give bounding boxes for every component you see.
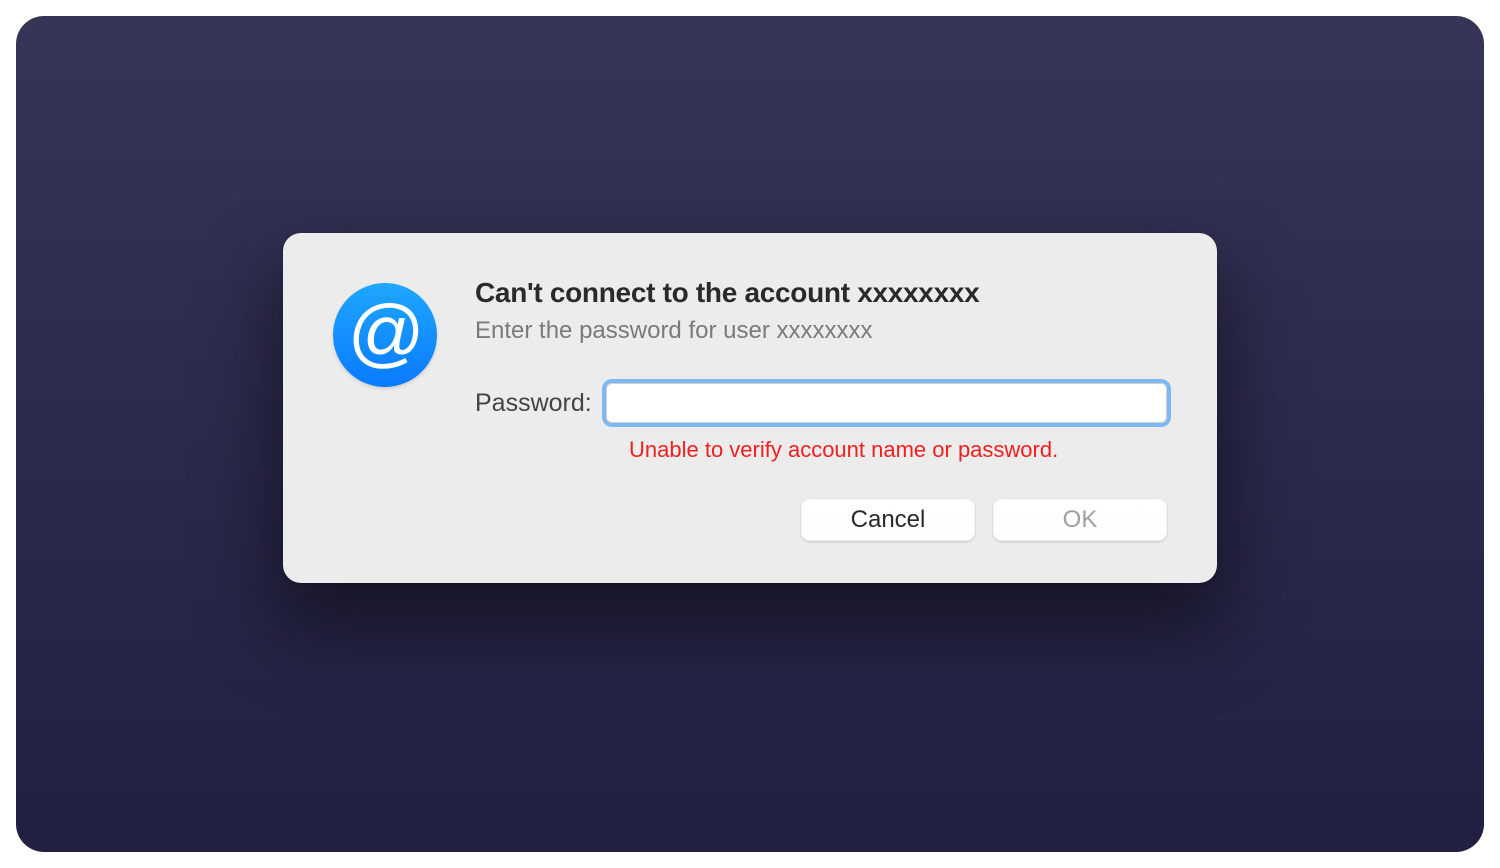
dialog-buttons: Cancel OK xyxy=(475,499,1167,541)
password-row: Password: xyxy=(475,383,1167,423)
error-message: Unable to verify account name or passwor… xyxy=(615,431,1058,463)
dialog-title: Can't connect to the account xxxxxxxx xyxy=(475,277,1167,309)
dialog-subtitle: Enter the password for user xxxxxxxx xyxy=(475,317,1167,345)
password-input[interactable] xyxy=(606,383,1167,423)
ok-button[interactable]: OK xyxy=(993,499,1167,541)
at-sign-icon: @ xyxy=(333,283,437,387)
password-dialog: @ Can't connect to the account xxxxxxxx … xyxy=(283,233,1217,583)
dialog-content: Can't connect to the account xxxxxxxx En… xyxy=(475,277,1167,541)
at-glyph: @ xyxy=(346,295,423,371)
error-row: Unable to verify account name or passwor… xyxy=(475,431,1167,463)
cancel-button[interactable]: Cancel xyxy=(801,499,975,541)
password-label: Password: xyxy=(475,389,592,418)
dialog-backdrop: @ Can't connect to the account xxxxxxxx … xyxy=(16,16,1484,852)
dialog-icon-column: @ xyxy=(333,277,437,541)
